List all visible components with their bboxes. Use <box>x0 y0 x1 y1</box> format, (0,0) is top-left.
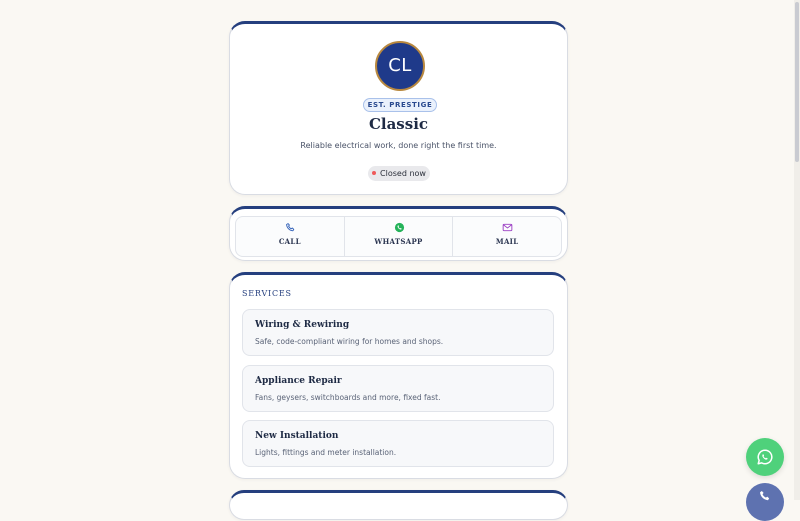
whatsapp-button[interactable]: WHATSAPP <box>345 217 454 256</box>
phone-icon <box>760 491 770 501</box>
service-name: New Installation <box>255 431 339 441</box>
status-text: Closed now <box>380 169 426 178</box>
contact-card: CALL WHATSAPP MAIL <box>229 206 568 261</box>
status-dot-icon <box>372 171 377 175</box>
scrollbar-thumb[interactable] <box>795 2 799 162</box>
call-label: CALL <box>278 237 301 246</box>
floating-call-button[interactable] <box>746 483 784 521</box>
phone-icon <box>285 223 295 232</box>
scrollbar-track[interactable] <box>794 0 800 500</box>
services-heading: SERVICES <box>242 289 292 298</box>
service-description: Fans, geysers, switchboards and more, fi… <box>255 393 441 402</box>
mail-label: MAIL <box>495 237 519 246</box>
whatsapp-label: WHATSAPP <box>374 237 423 246</box>
service-item[interactable]: Wiring & Rewiring Safe, code-compliant w… <box>242 309 554 356</box>
open-status-pill: Closed now <box>368 166 430 181</box>
mail-icon <box>502 223 513 232</box>
service-name: Wiring & Rewiring <box>255 320 350 330</box>
floating-whatsapp-button[interactable] <box>746 438 784 476</box>
service-description: Safe, code-compliant wiring for homes an… <box>255 337 444 346</box>
call-button[interactable]: CALL <box>236 217 345 256</box>
whatsapp-icon <box>394 222 404 233</box>
tagline: Reliable electrical work, done right the… <box>300 141 497 150</box>
mail-button[interactable]: MAIL <box>453 217 561 256</box>
contact-button-group: CALL WHATSAPP MAIL <box>235 216 562 257</box>
business-name: Classic <box>368 115 429 133</box>
status-badge: EST. PRESTIGE <box>363 98 437 112</box>
service-item[interactable]: Appliance Repair Fans, geysers, switchbo… <box>242 365 554 412</box>
next-section-card <box>229 490 568 520</box>
service-description: Lights, fittings and meter installation. <box>255 448 397 457</box>
service-name: Appliance Repair <box>255 376 342 386</box>
profile-card: CL EST. PRESTIGE Classic Reliable electr… <box>229 21 568 195</box>
services-card: SERVICES Wiring & Rewiring Safe, code-co… <box>229 272 568 479</box>
whatsapp-icon <box>757 449 773 465</box>
avatar: CL <box>375 41 425 91</box>
service-item[interactable]: New Installation Lights, fittings and me… <box>242 420 554 467</box>
